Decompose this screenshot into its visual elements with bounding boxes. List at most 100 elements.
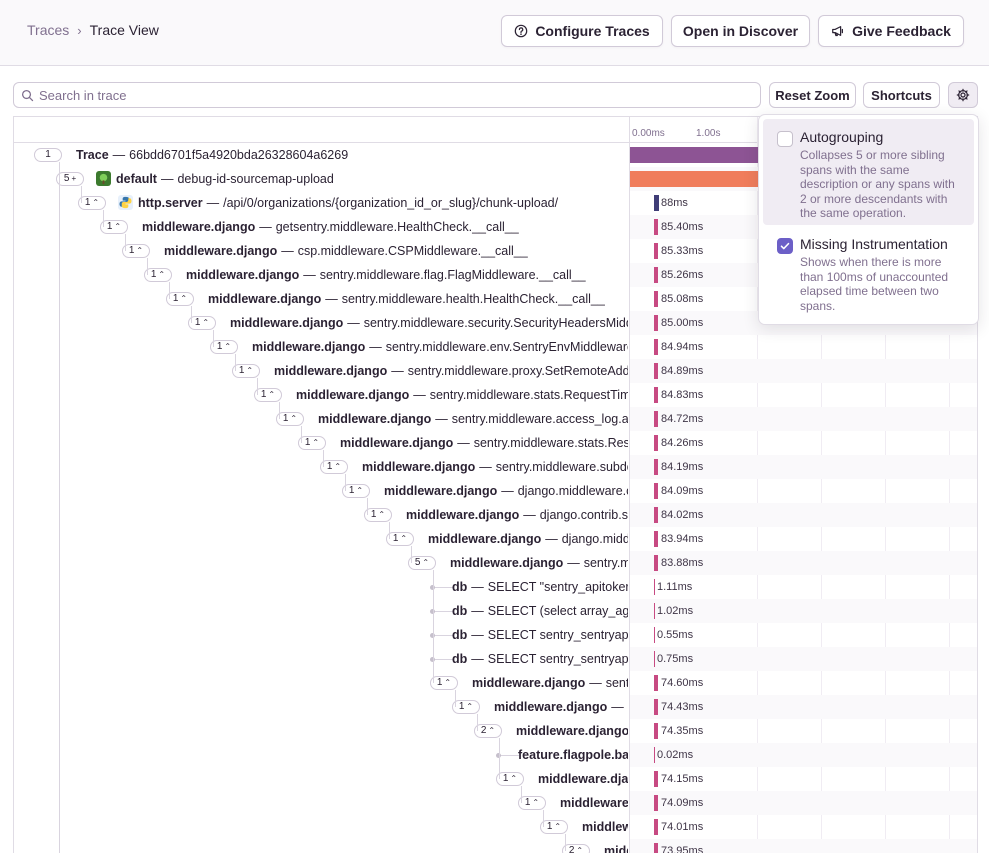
span-duration-bar[interactable] [654, 363, 658, 379]
expand-toggle[interactable]: 1 [34, 148, 62, 162]
span-row[interactable]: 1 ⌃ middleware.django — sentry.middleware.st… [14, 383, 977, 407]
expand-toggle[interactable]: 5 ⌃ [408, 556, 436, 570]
span-row[interactable]: 1⌃ middleware.django—django.middleware.co… [14, 479, 977, 503]
expand-toggle[interactable]: 1 ⌃ [496, 772, 524, 786]
span-row[interactable]: 1 ⌃ middleware.django — sentry.middleware.pr… [14, 359, 977, 383]
shortcuts-button[interactable]: Shortcuts [863, 82, 940, 108]
span-op: db [452, 604, 468, 618]
span-row[interactable]: 1⌃ middleware.dja 74.09ms [14, 791, 977, 815]
span-row[interactable]: 2 ⌃ middleware.django 74.35ms [14, 719, 977, 743]
expand-toggle[interactable]: 1 ⌃ [364, 508, 392, 522]
expand-toggle[interactable]: 1 ⌃ [320, 460, 348, 474]
span-op: middleware.django [274, 364, 388, 378]
span-duration-bar[interactable] [654, 411, 658, 427]
span-duration-bar[interactable] [654, 843, 658, 853]
span-duration-bar[interactable] [654, 459, 658, 475]
expand-toggle[interactable]: 1 ⌃ [386, 532, 414, 546]
span-row[interactable]: 1 ⌃ middleware.django — sentry.middleware.en… [14, 335, 977, 359]
collapse-chevron-icon: ⌃ [356, 486, 364, 495]
expand-toggle[interactable]: 1 ⌃ [276, 412, 304, 426]
span-duration-bar[interactable] [654, 531, 658, 547]
span-row[interactable]: db — SELECT (select array_ag 1.02ms [14, 599, 977, 623]
give-feedback-button[interactable]: Give Feedback [818, 15, 964, 47]
span-row[interactable]: 2⌃ middle 73.95ms [14, 839, 977, 853]
expand-toggle[interactable]: 1 ⌃ [144, 268, 172, 282]
span-duration: 85.33ms [661, 245, 704, 257]
span-duration-bar[interactable] [654, 219, 658, 235]
span-duration-bar[interactable] [654, 795, 658, 811]
span-duration-bar[interactable] [654, 699, 658, 715]
expand-toggle[interactable]: 1 ⌃ [342, 484, 370, 498]
autogrouping-option[interactable]: Autogrouping Collapses 5 or more sibling… [763, 119, 974, 225]
span-duration-bar[interactable] [654, 819, 658, 835]
expand-toggle[interactable]: 2 ⌃ [562, 844, 590, 853]
expand-toggle[interactable]: 1 ⌃ [78, 196, 106, 210]
span-duration-bar[interactable] [654, 747, 655, 763]
child-count: 1 [392, 533, 399, 544]
expand-toggle[interactable]: 1 ⌃ [298, 436, 326, 450]
expand-toggle[interactable]: 1 ⌃ [122, 244, 150, 258]
span-duration: 74.15ms [661, 773, 704, 785]
expand-toggle[interactable]: 2 ⌃ [474, 724, 502, 738]
span-duration-bar[interactable] [654, 651, 655, 667]
reset-zoom-button[interactable]: Reset Zoom [769, 82, 856, 108]
autogrouping-checkbox[interactable] [777, 131, 793, 147]
span-row[interactable]: 1⌃ middleware.django—django.middlew 83.94m… [14, 527, 977, 551]
span-duration-bar[interactable] [654, 675, 658, 691]
span-row[interactable]: 1⌃ middlewar 74.01ms [14, 815, 977, 839]
missing-instrumentation-option[interactable]: Missing Instrumentation Shows when there… [763, 226, 974, 320]
span-duration-bar[interactable] [654, 483, 658, 499]
span-duration-bar[interactable] [654, 555, 658, 571]
span-description: csp.middleware.CSPMiddleware.__call__ [297, 244, 528, 258]
configure-traces-button[interactable]: Configure Traces [501, 15, 663, 47]
expand-toggle[interactable]: 1 ⌃ [518, 796, 546, 810]
expand-toggle[interactable]: 1 ⌃ [430, 676, 458, 690]
span-row[interactable]: db — SELECT "sentry_apitoker 1.11ms [14, 575, 977, 599]
expand-toggle[interactable]: 1 ⌃ [210, 340, 238, 354]
span-description: sentry.middleware.security.SecurityHeade… [363, 316, 628, 330]
span-row[interactable]: db — SELECT sentry_sentryap 0.55ms [14, 623, 977, 647]
expand-toggle[interactable]: 1 ⌃ [100, 220, 128, 234]
missing-instrumentation-checkbox[interactable] [777, 238, 793, 254]
child-count: 5 [414, 557, 421, 568]
expand-toggle[interactable]: 1 ⌃ [232, 364, 260, 378]
span-row[interactable]: 1 ⌃ middleware.django — sentry.middleware.st… [14, 431, 977, 455]
span-separator: — [471, 628, 484, 642]
span-row[interactable]: 5⌃ middleware.django—sentry.midd 83.88ms [14, 551, 977, 575]
span-row[interactable]: feature.flagpole.ba 0.02ms [14, 743, 977, 767]
breadcrumb-traces-link[interactable]: Traces [27, 22, 69, 38]
span-row[interactable]: 1 ⌃ middleware.django — sentry.middleware.su… [14, 455, 977, 479]
span-duration-bar[interactable] [654, 435, 658, 451]
settings-button[interactable] [948, 82, 978, 108]
expand-toggle[interactable]: 1 ⌃ [540, 820, 568, 834]
span-duration-bar[interactable] [654, 603, 655, 619]
span-duration-bar[interactable] [654, 771, 658, 787]
span-row[interactable]: 1⌃ middleware.djang 74.15ms [14, 767, 977, 791]
trace-search[interactable] [13, 82, 761, 108]
expand-toggle[interactable]: 1 ⌃ [254, 388, 282, 402]
span-duration-bar[interactable] [654, 339, 658, 355]
open-in-discover-button[interactable]: Open in Discover [671, 15, 810, 47]
span-row[interactable]: 1⌃ middleware.django—sentry.n 74.60ms [14, 671, 977, 695]
span-duration-bar[interactable] [654, 267, 658, 283]
span-row[interactable]: db — SELECT sentry_sentryap 0.75ms [14, 647, 977, 671]
span-row[interactable]: 1 ⌃ middleware.django — sentry.middleware.ac… [14, 407, 977, 431]
span-duration-bar[interactable] [654, 387, 658, 403]
span-row[interactable]: 1⌃ middleware.django—sent 74.43ms [14, 695, 977, 719]
expand-toggle[interactable]: 1 ⌃ [188, 316, 216, 330]
expand-toggle[interactable]: 1 ⌃ [166, 292, 194, 306]
span-duration-bar[interactable] [654, 723, 658, 739]
span-duration-bar[interactable] [654, 315, 658, 331]
span-duration-bar[interactable] [654, 579, 655, 595]
span-duration-bar[interactable] [654, 627, 655, 643]
span-label: feature.flagpole.ba [518, 748, 628, 762]
span-duration-bar[interactable] [654, 507, 658, 523]
span-row[interactable]: 1⌃ middleware.django—django.contrib.sess 8… [14, 503, 977, 527]
span-label: middleware.django—sentry.midd [450, 556, 628, 570]
expand-toggle[interactable]: 1 ⌃ [452, 700, 480, 714]
expand-toggle[interactable]: 5 + [56, 172, 84, 186]
search-input[interactable] [39, 87, 739, 103]
span-duration-bar[interactable] [654, 291, 658, 307]
span-duration-bar[interactable] [654, 195, 659, 211]
span-duration-bar[interactable] [654, 243, 658, 259]
